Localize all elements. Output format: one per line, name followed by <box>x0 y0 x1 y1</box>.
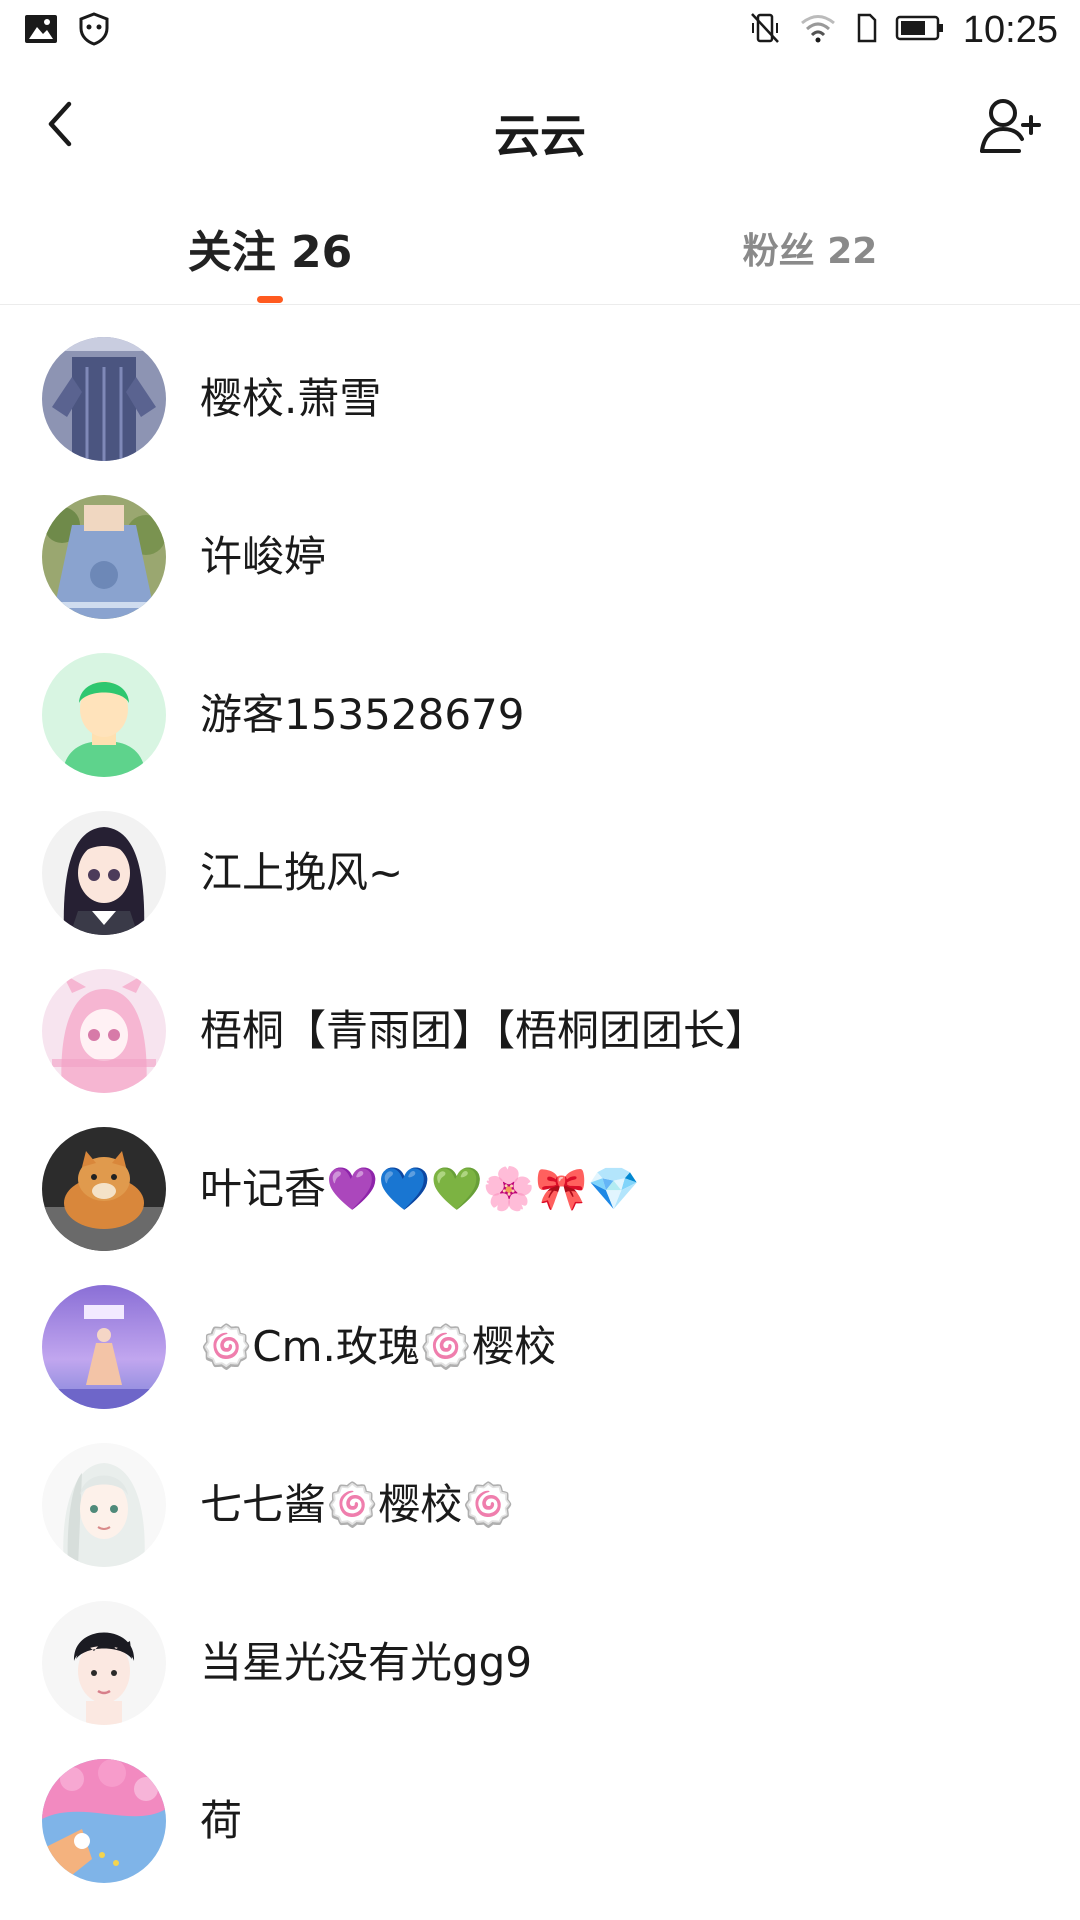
add-user-button[interactable] <box>974 92 1046 164</box>
avatar[interactable] <box>42 1601 166 1725</box>
active-tab-indicator <box>257 296 283 303</box>
status-right: 10:25 <box>749 8 1058 52</box>
user-name: 樱校.萧雪 <box>200 374 382 423</box>
list-item[interactable]: 樱校.萧雪 <box>0 305 1080 463</box>
avatar[interactable] <box>42 1443 166 1567</box>
status-left <box>24 12 110 50</box>
list-item[interactable]: 七七酱🍥樱校🍥 <box>0 1411 1080 1569</box>
list-item[interactable]: 荷 <box>0 1727 1080 1885</box>
list-item[interactable]: 许峻婷 <box>0 463 1080 621</box>
user-name: 游客153528679 <box>200 690 525 739</box>
user-name: 许峻婷 <box>200 532 327 581</box>
user-name: 叶记香💜💙💚🌸🎀💎 <box>200 1164 640 1213</box>
avatar[interactable] <box>42 1285 166 1409</box>
wifi-icon <box>799 13 837 47</box>
tab-bar: 关注 26 粉丝 22 <box>0 192 1080 305</box>
user-name: 梧桐【青雨团】【梧桐团团长】 <box>200 1006 768 1055</box>
list-item[interactable]: 梧桐【青雨团】【梧桐团团长】 <box>0 937 1080 1095</box>
page-title: 云云 <box>494 109 586 163</box>
user-name: 🍥Cm.玫瑰🍥樱校 <box>200 1322 557 1371</box>
avatar[interactable] <box>42 969 166 1093</box>
avatar[interactable] <box>42 653 166 777</box>
status-bar: 10:25 <box>0 0 1080 62</box>
list-item[interactable]: 叶记香💜💙💚🌸🎀💎 <box>0 1095 1080 1253</box>
user-name: 七七酱🍥樱校🍥 <box>200 1480 515 1529</box>
following-list: 樱校.萧雪 许峻婷 游客153528679 江上挽风~ 梧桐【青雨团】【梧桐团团… <box>0 305 1080 1885</box>
tab-fans[interactable]: 粉丝 22 <box>690 192 930 304</box>
avatar[interactable] <box>42 1759 166 1883</box>
vibrate-off-icon <box>749 11 781 49</box>
user-name: 江上挽风~ <box>200 848 404 897</box>
avatar[interactable] <box>42 337 166 461</box>
header: 云云 <box>0 62 1080 192</box>
avatar[interactable] <box>42 811 166 935</box>
list-item[interactable]: 游客153528679 <box>0 621 1080 779</box>
image-icon <box>24 14 58 48</box>
battery-icon <box>895 14 945 46</box>
list-item[interactable]: 江上挽风~ <box>0 779 1080 937</box>
list-item[interactable]: 🍥Cm.玫瑰🍥樱校 <box>0 1253 1080 1411</box>
sim-icon <box>855 13 877 47</box>
avatar[interactable] <box>42 1127 166 1251</box>
add-user-icon <box>979 97 1041 159</box>
shield-icon <box>78 12 110 50</box>
tab-following[interactable]: 关注 26 <box>150 192 390 304</box>
avatar[interactable] <box>42 495 166 619</box>
status-time: 10:25 <box>962 9 1058 51</box>
user-name: 当星光没有光gg9 <box>200 1638 533 1687</box>
user-name: 荷 <box>200 1796 243 1845</box>
list-item[interactable]: 当星光没有光gg9 <box>0 1569 1080 1727</box>
